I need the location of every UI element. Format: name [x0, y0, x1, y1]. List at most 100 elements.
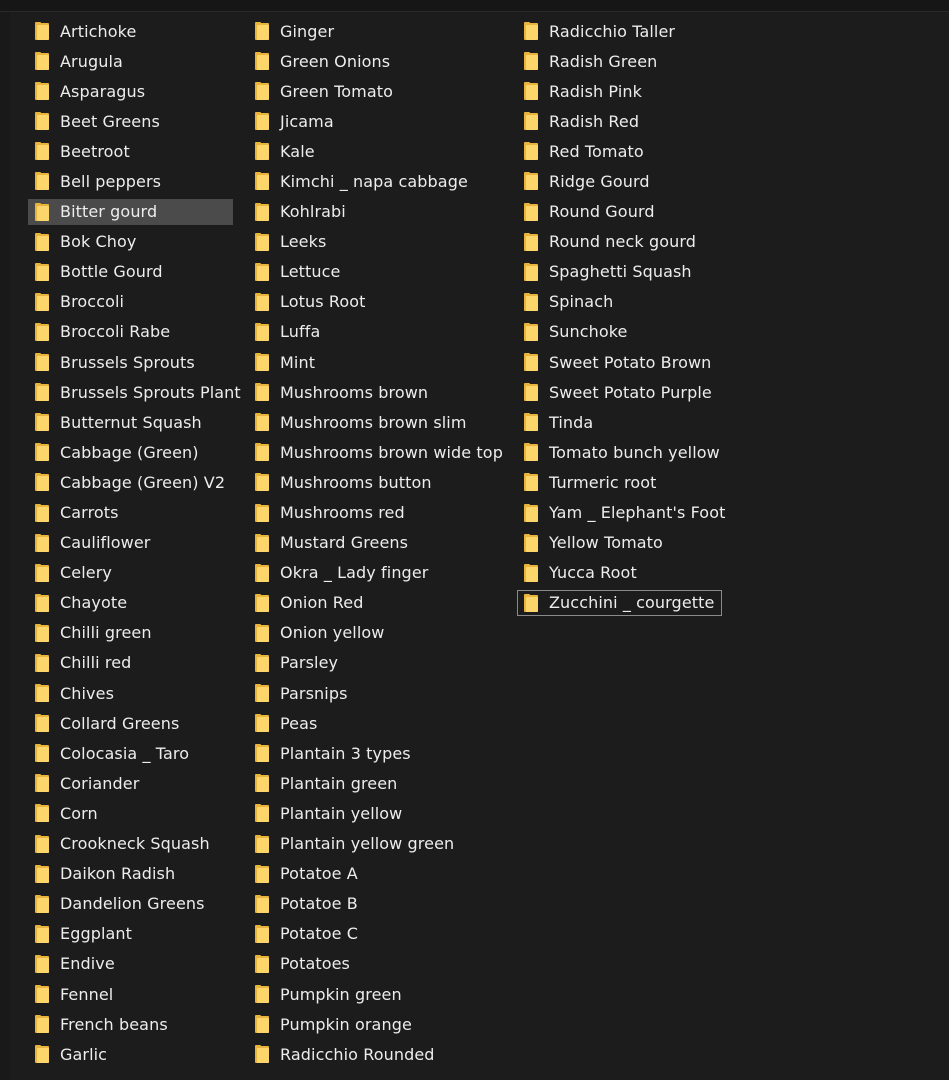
folder-item[interactable]: Plantain 3 types — [248, 740, 498, 766]
folder-item[interactable]: Garlic — [28, 1041, 233, 1067]
folder-item[interactable]: Asparagus — [28, 78, 233, 104]
folder-name: Butternut Squash — [60, 412, 202, 432]
folder-item[interactable]: Chives — [28, 680, 233, 706]
folder-item[interactable]: Luffa — [248, 319, 498, 345]
folder-item[interactable]: Yellow Tomato — [517, 530, 722, 556]
folder-item[interactable]: Round neck gourd — [517, 229, 722, 255]
folder-item[interactable]: Cauliflower — [28, 530, 233, 556]
folder-item[interactable]: Radish Red — [517, 108, 722, 134]
folder-item[interactable]: Radicchio Rounded — [248, 1041, 498, 1067]
folder-item[interactable]: Colocasia _ Taro — [28, 740, 233, 766]
folder-item[interactable]: Mustard Greens — [248, 530, 498, 556]
folder-item[interactable]: Cabbage (Green) — [28, 439, 233, 465]
folder-item[interactable]: Pumpkin orange — [248, 1011, 498, 1037]
folder-item[interactable]: Plantain yellow green — [248, 831, 498, 857]
folder-item[interactable]: Bitter gourd — [28, 198, 233, 225]
folder-item[interactable]: Parsley — [248, 650, 498, 676]
folder-item[interactable]: Yam _ Elephant's Foot — [517, 500, 725, 526]
folder-item[interactable]: Potatoes — [248, 951, 498, 977]
folder-item[interactable]: Potatoe B — [248, 891, 498, 917]
folder-item[interactable]: Okra _ Lady finger — [248, 560, 498, 586]
folder-item[interactable]: Mushrooms brown slim — [248, 409, 498, 435]
folder-item[interactable]: Red Tomato — [517, 138, 722, 164]
folder-icon — [255, 593, 269, 612]
folder-item[interactable]: Ginger — [248, 18, 498, 44]
folder-item[interactable]: Kale — [248, 138, 498, 164]
folder-item[interactable]: Artichoke — [28, 18, 233, 44]
folder-item[interactable]: Collard Greens — [28, 710, 233, 736]
folder-icon — [255, 112, 269, 131]
folder-item[interactable]: Lotus Root — [248, 289, 498, 315]
folder-item[interactable]: Peas — [248, 710, 498, 736]
folder-item[interactable]: Mint — [248, 349, 498, 375]
folder-icon — [35, 1015, 49, 1034]
folder-item[interactable]: Pumpkin green — [248, 981, 498, 1007]
folder-item[interactable]: Kohlrabi — [248, 199, 498, 225]
folder-item[interactable]: Green Onions — [248, 48, 498, 74]
folder-item[interactable]: Kimchi _ napa cabbage — [248, 168, 498, 194]
folder-name: Bell peppers — [60, 171, 162, 191]
folder-item[interactable]: Chayote — [28, 590, 233, 616]
folder-item[interactable]: Brussels Sprouts Plant — [28, 379, 241, 405]
folder-item[interactable]: Coriander — [28, 770, 233, 796]
folder-item[interactable]: Fennel — [28, 981, 233, 1007]
folder-item[interactable]: Leeks — [248, 229, 498, 255]
folder-item[interactable]: Jicama — [248, 108, 498, 134]
folder-item[interactable]: Green Tomato — [248, 78, 498, 104]
folder-item[interactable]: Tomato bunch yellow — [517, 439, 722, 465]
folder-item[interactable]: Ridge Gourd — [517, 168, 722, 194]
folder-item[interactable]: Corn — [28, 800, 233, 826]
folder-item[interactable]: Plantain green — [248, 770, 498, 796]
folder-item[interactable]: Daikon Radish — [28, 861, 233, 887]
folder-item[interactable]: Celery — [28, 560, 233, 586]
folder-item[interactable]: Chilli green — [28, 620, 233, 646]
folder-item[interactable]: Lettuce — [248, 259, 498, 285]
folder-item[interactable]: Crookneck Squash — [28, 831, 233, 857]
folder-icon — [35, 924, 49, 943]
folder-item[interactable]: Chilli red — [28, 650, 233, 676]
folder-item[interactable]: Broccoli Rabe — [28, 319, 233, 345]
folder-item[interactable]: Tinda — [517, 409, 722, 435]
folder-item[interactable]: Arugula — [28, 48, 233, 74]
folder-item[interactable]: Butternut Squash — [28, 409, 233, 435]
folder-item[interactable]: Round Gourd — [517, 199, 722, 225]
folder-item[interactable]: Carrots — [28, 500, 233, 526]
folder-item[interactable]: Mushrooms red — [248, 500, 498, 526]
folder-item[interactable]: Endive — [28, 951, 233, 977]
folder-item[interactable]: French beans — [28, 1011, 233, 1037]
folder-item[interactable]: Plantain yellow — [248, 800, 498, 826]
folder-name: Chilli red — [60, 653, 132, 673]
folder-item[interactable]: Bok Choy — [28, 229, 233, 255]
folder-item[interactable]: Spaghetti Squash — [517, 259, 722, 285]
folder-item[interactable]: Mushrooms button — [248, 469, 498, 495]
folder-item[interactable]: Parsnips — [248, 680, 498, 706]
folder-item[interactable]: Radicchio Taller — [517, 18, 722, 44]
folder-item[interactable]: Eggplant — [28, 921, 233, 947]
folder-item[interactable]: Yucca Root — [517, 560, 722, 586]
folder-item[interactable]: Potatoe A — [248, 861, 498, 887]
folder-icon — [255, 894, 269, 913]
folder-item[interactable]: Sweet Potato Brown — [517, 349, 722, 375]
folder-item[interactable]: Spinach — [517, 289, 722, 315]
folder-item[interactable]: Onion Red — [248, 590, 498, 616]
folder-item[interactable]: Radish Pink — [517, 78, 722, 104]
folder-item[interactable]: Sweet Potato Purple — [517, 379, 722, 405]
folder-item[interactable]: Potatoe C — [248, 921, 498, 947]
folder-item[interactable]: Zucchini _ courgette — [517, 589, 722, 616]
folder-item[interactable]: Onion yellow — [248, 620, 498, 646]
folder-item[interactable]: Bell peppers — [28, 168, 233, 194]
folder-name: Onion yellow — [280, 623, 385, 643]
folder-item[interactable]: Sunchoke — [517, 319, 722, 345]
folder-icon — [255, 563, 269, 582]
folder-item[interactable]: Radish Green — [517, 48, 722, 74]
folder-item[interactable]: Beet Greens — [28, 108, 233, 134]
folder-item[interactable]: Bottle Gourd — [28, 259, 233, 285]
folder-item[interactable]: Dandelion Greens — [28, 891, 233, 917]
folder-item[interactable]: Mushrooms brown — [248, 379, 498, 405]
folder-item[interactable]: Cabbage (Green) V2 — [28, 469, 233, 495]
folder-item[interactable]: Mushrooms brown wide top — [248, 439, 503, 465]
folder-item[interactable]: Beetroot — [28, 138, 233, 164]
folder-item[interactable]: Brussels Sprouts — [28, 349, 233, 375]
folder-item[interactable]: Turmeric root — [517, 469, 722, 495]
folder-item[interactable]: Broccoli — [28, 289, 233, 315]
